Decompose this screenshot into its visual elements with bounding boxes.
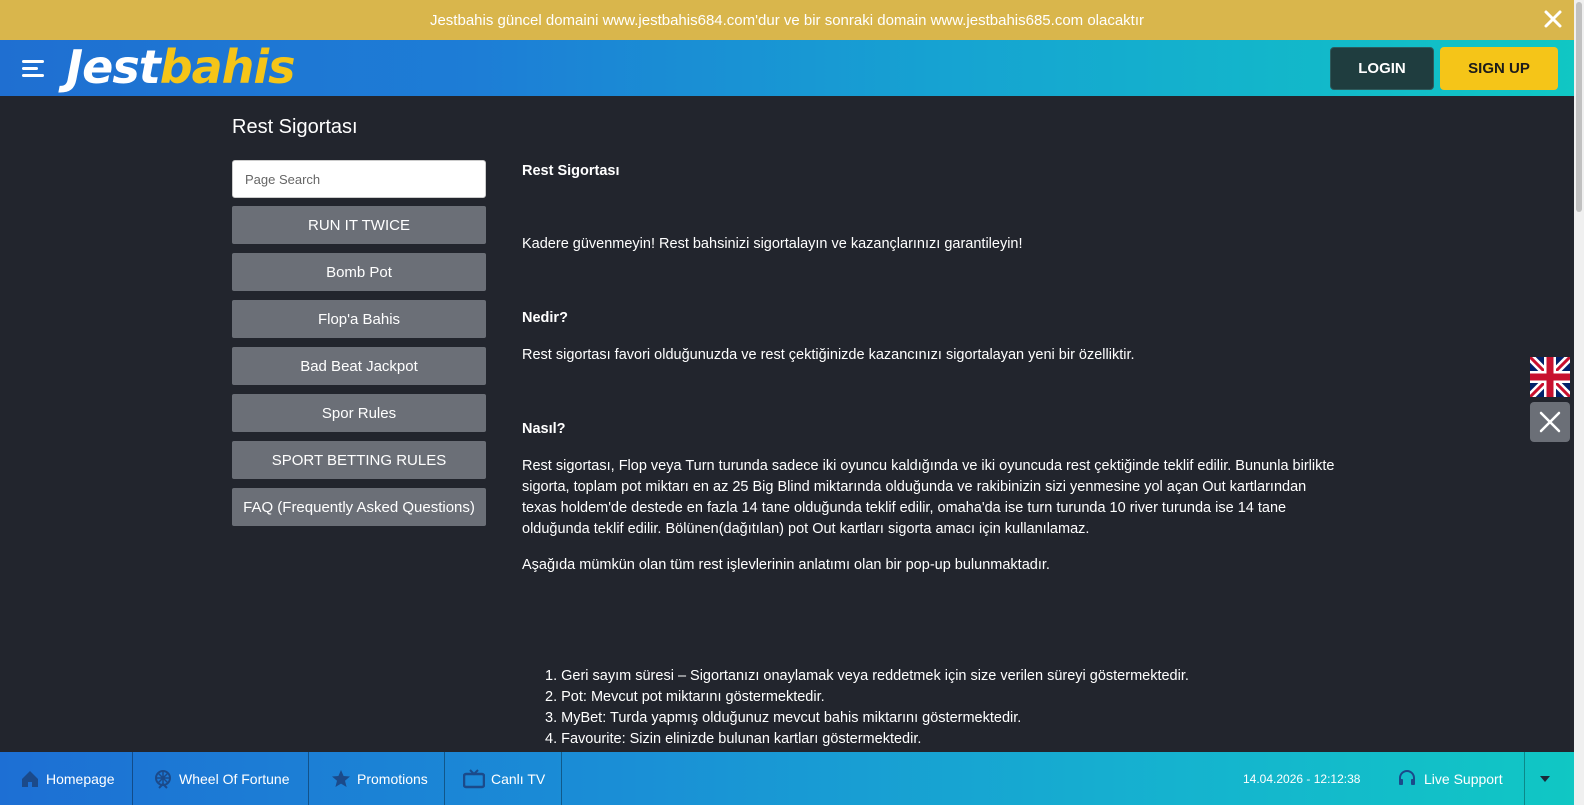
list-item: 2. Pot: Mevcut pot miktarını göstermekte… bbox=[545, 689, 825, 705]
section-heading-how: Nasıl? bbox=[522, 421, 566, 437]
footer-label: Homepage bbox=[46, 770, 115, 787]
footer-label: Canlı TV bbox=[491, 770, 546, 787]
sidebar-item-sport-betting-rules[interactable]: SPORT BETTING RULES bbox=[232, 441, 486, 479]
sidebar-item-faq[interactable]: FAQ (Frequently Asked Questions) bbox=[232, 488, 486, 526]
footer-datetime: 14.04.2026 - 12:12:38 bbox=[1243, 771, 1361, 786]
announcement-bar: Jestbahis güncel domaini www.jestbahis68… bbox=[0, 0, 1574, 40]
login-button[interactable]: LOGIN bbox=[1330, 47, 1434, 90]
footer-label: Wheel Of Fortune bbox=[179, 770, 290, 787]
section-text-what: Rest sigortası favori olduğunuzda ve res… bbox=[522, 347, 1135, 363]
feature-list: 1. Geri sayım süresi – Sigortanızı onayl… bbox=[545, 666, 1189, 750]
signup-button[interactable]: SIGN UP bbox=[1440, 47, 1558, 90]
uk-flag-icon[interactable] bbox=[1530, 357, 1570, 397]
footer-canli-tv[interactable]: Canlı TV bbox=[445, 752, 562, 805]
live-support-label: Live Support bbox=[1424, 770, 1503, 787]
footer-toggle-button[interactable] bbox=[1524, 752, 1564, 805]
caret-down-icon bbox=[1539, 775, 1550, 782]
close-icon[interactable] bbox=[1542, 8, 1564, 30]
home-icon bbox=[22, 770, 38, 787]
announcement-text: Jestbahis güncel domaini www.jestbahis68… bbox=[429, 11, 1145, 29]
sidebar-item-flopa-bahis[interactable]: Flop'a Bahis bbox=[232, 300, 486, 338]
wheel-icon bbox=[155, 769, 171, 789]
article-heading: Rest Sigortası bbox=[522, 163, 620, 179]
scrollbar-thumb[interactable] bbox=[1576, 2, 1582, 212]
site-header: Jestbahis LOGIN SIGN UP bbox=[0, 40, 1574, 96]
footer-homepage[interactable]: Homepage bbox=[0, 752, 133, 805]
list-item: 4. Favourite: Sizin elinizde bulunan kar… bbox=[545, 731, 922, 747]
footer-wheel-of-fortune[interactable]: Wheel Of Fortune bbox=[133, 752, 309, 805]
live-support-button[interactable]: Live Support bbox=[1398, 752, 1503, 805]
headset-icon bbox=[1399, 769, 1415, 785]
section-heading-what: Nedir? bbox=[522, 310, 568, 326]
footer-bar: Homepage Wheel Of Fortune Promotions Can… bbox=[0, 752, 1574, 805]
sidebar-item-run-it-twice[interactable]: RUN IT TWICE bbox=[232, 206, 486, 244]
sidebar-item-spor-rules[interactable]: Spor Rules bbox=[232, 394, 486, 432]
list-item: 3. MyBet: Turda yapmış olduğunuz mevcut … bbox=[545, 710, 1022, 726]
sidebar-item-bomb-pot[interactable]: Bomb Pot bbox=[232, 253, 486, 291]
footer-label: Promotions bbox=[357, 770, 428, 787]
section-text-how: Rest sigortası, Flop veya Turn turunda s… bbox=[522, 458, 1335, 537]
star-icon bbox=[332, 769, 350, 787]
footer-promotions[interactable]: Promotions bbox=[309, 752, 445, 805]
sidebar-item-bad-beat-jackpot[interactable]: Bad Beat Jackpot bbox=[232, 347, 486, 385]
article-intro: Kadere güvenmeyin! Rest bahsinizi sigort… bbox=[522, 236, 1023, 252]
list-item: 1. Geri sayım süresi – Sigortanızı onayl… bbox=[545, 668, 1189, 684]
page-title: Rest Sigortası bbox=[232, 116, 358, 138]
site-logo[interactable]: Jestbahis bbox=[66, 42, 296, 92]
hamburger-menu-icon[interactable] bbox=[20, 56, 48, 80]
tv-icon bbox=[463, 768, 485, 788]
page-scrollbar[interactable] bbox=[1574, 0, 1584, 805]
page-search-input[interactable] bbox=[232, 160, 486, 198]
popup-description: Aşağıda mümkün olan tüm rest işlevlerini… bbox=[522, 557, 1050, 573]
close-language-icon[interactable] bbox=[1530, 402, 1570, 442]
